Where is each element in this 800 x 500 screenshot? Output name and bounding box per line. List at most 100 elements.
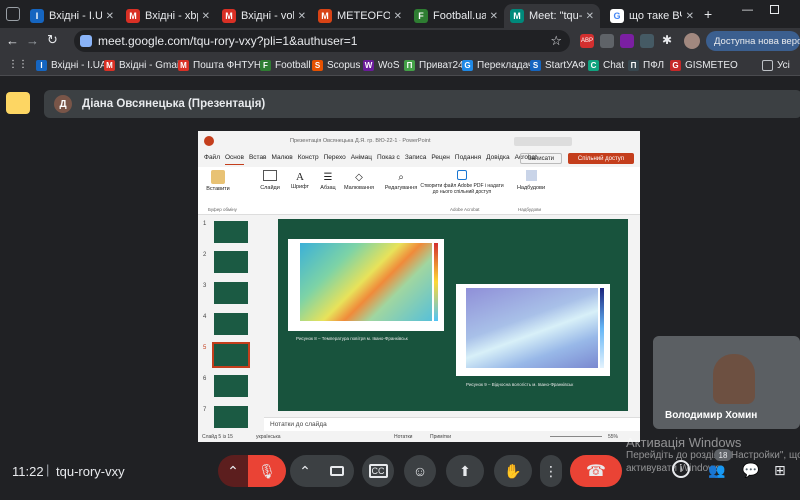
presentation-icon[interactable] <box>6 92 30 114</box>
raise-hand-button[interactable]: ✋ <box>494 455 532 487</box>
tab-5[interactable]: M Meet: "tqu- ✕ <box>504 4 600 28</box>
puzzle-icon[interactable]: ✱ <box>662 33 672 47</box>
create-pdf-button[interactable]: Створити файл Adobe PDF і надати до ньог… <box>420 170 504 195</box>
menu-slideshow[interactable]: Показ с <box>377 154 400 165</box>
tab-search-icon[interactable] <box>6 7 20 21</box>
mic-off-button[interactable]: 🎙 <box>248 455 286 487</box>
slide-canvas[interactable]: Рисунок 8 – Температура повітря м. Івано… <box>278 219 628 411</box>
address-bar[interactable]: meet.google.com/tqu-rory-vxy?pli=1&authu… <box>74 30 570 52</box>
slide-thumbnail[interactable] <box>214 406 248 428</box>
reload-icon[interactable]: ↻ <box>47 32 58 48</box>
close-icon[interactable]: ✕ <box>586 11 594 22</box>
update-chrome-button[interactable]: Доступна нова версія Chr <box>706 31 800 51</box>
captions-button[interactable]: CC <box>362 455 394 487</box>
paragraph-button[interactable]: ☰ Абзац <box>316 170 340 191</box>
menu-insert[interactable]: Встав <box>249 154 267 165</box>
bookmark-wos[interactable]: W WoS <box>363 58 400 72</box>
language-indicator[interactable]: українська <box>256 434 281 440</box>
tab-6[interactable]: Gщо таке ВЧР у✕ <box>604 4 700 28</box>
tab-1[interactable]: MВхідні - xbp13б✕ <box>120 4 216 28</box>
close-icon[interactable]: ✕ <box>490 11 498 22</box>
minimize-icon[interactable]: — <box>742 4 753 16</box>
audio-options-button[interactable]: ⌃ <box>218 455 248 487</box>
avatar[interactable] <box>684 33 700 49</box>
adblock-icon[interactable]: ABP <box>580 34 594 48</box>
menu-draw[interactable]: Малюв <box>272 154 293 165</box>
ppt-save-button[interactable]: Записати <box>520 153 562 164</box>
more-options-button[interactable]: ⋮ <box>540 455 562 487</box>
bookmark-gmail[interactable]: M Вхідні - Gmail <box>104 58 181 72</box>
slide-thumbnail[interactable] <box>214 313 248 335</box>
close-icon[interactable]: ✕ <box>106 11 114 22</box>
ppt-search-box[interactable] <box>514 137 572 146</box>
paste-button[interactable]: Вставити <box>206 170 230 192</box>
slide-thumbnail[interactable] <box>214 282 248 304</box>
menu-transitions[interactable]: Перехо <box>324 154 346 165</box>
ppt-share-button[interactable]: Спільний доступ <box>568 153 634 164</box>
notes-pane[interactable]: Нотатки до слайда <box>264 417 640 431</box>
bookmark-startuaf[interactable]: S StartУАФ <box>530 58 586 72</box>
bookmark-chat[interactable]: C Chat <box>588 58 624 72</box>
menu-animations[interactable]: Анімац <box>351 154 372 165</box>
reactions-button[interactable]: ☺ <box>404 455 436 487</box>
slide-thumbnail[interactable] <box>214 251 248 273</box>
gismeteo-icon: G <box>670 59 681 71</box>
slide-thumbnail[interactable] <box>214 221 248 243</box>
camera-button[interactable] <box>320 455 354 487</box>
menu-review[interactable]: Рецен <box>431 154 450 165</box>
leave-call-button[interactable]: ☎ <box>570 455 622 487</box>
menu-help[interactable]: Довідка <box>486 154 509 165</box>
forward-icon[interactable]: → <box>26 33 39 48</box>
close-icon[interactable]: ✕ <box>686 11 694 22</box>
bookmark-iua[interactable]: I Вхідні - I.UA <box>36 58 107 72</box>
bookmark-gismeteo[interactable]: G GISMETEO <box>670 58 738 72</box>
video-options-button[interactable]: ⌃ <box>290 455 320 487</box>
close-icon[interactable]: ✕ <box>394 11 402 22</box>
comments-toggle[interactable]: Примітки <box>430 434 451 440</box>
menu-view[interactable]: Подання <box>455 154 481 165</box>
editing-button[interactable]: ⌕ Редагування <box>382 170 420 191</box>
new-tab-plus-icon[interactable]: + <box>704 6 712 22</box>
site-info-icon[interactable] <box>80 35 92 47</box>
slides-button[interactable]: Слайди <box>258 170 282 191</box>
extension-icon[interactable] <box>620 34 634 48</box>
meeting-info-icon[interactable]: i <box>672 460 690 478</box>
notes-toggle[interactable]: Нотатки <box>394 434 412 440</box>
participant-tile[interactable]: Володимир Хомин <box>653 336 800 429</box>
slide-number-active: 5 <box>203 345 207 351</box>
close-icon[interactable]: ✕ <box>298 11 306 22</box>
bookmark-star-icon[interactable]: ☆ <box>550 33 562 49</box>
menu-home[interactable]: Основ <box>224 154 244 165</box>
tab-0[interactable]: IВхідні - I.UA✕ <box>24 4 120 28</box>
tab-2[interactable]: MВхідні - volodym✕ <box>216 4 312 28</box>
people-icon[interactable]: 👥 <box>708 462 725 479</box>
menu-file[interactable]: Файл <box>204 154 220 165</box>
menu-record[interactable]: Записа <box>405 154 427 165</box>
maximize-icon[interactable] <box>770 5 779 14</box>
menu-design[interactable]: Констр <box>298 154 319 165</box>
activities-icon[interactable]: ⊞ <box>774 462 786 479</box>
present-button[interactable]: ⬆ <box>446 455 484 487</box>
bookmark-nung-mail[interactable]: M Пошта ФНТУНГ <box>178 58 267 72</box>
bookmark-translate[interactable]: G Перекладач <box>462 58 533 72</box>
bookmark-pfl[interactable]: П ПФЛ <box>628 58 664 72</box>
drawing-button[interactable]: ◇ Малювання <box>342 170 376 191</box>
tab-3[interactable]: MMETEOFOR: Прог✕ <box>312 4 408 28</box>
chat-icon[interactable]: 💬 <box>742 462 759 479</box>
zoom-slider[interactable] <box>550 436 602 437</box>
all-bookmarks-folder[interactable]: Усі <box>762 58 790 72</box>
addins-button[interactable]: Надбудови <box>516 170 546 191</box>
extension-icon[interactable] <box>600 34 614 48</box>
apps-grid-icon[interactable]: ⋮⋮ <box>8 59 28 70</box>
bookmark-privat24[interactable]: П Приват24 <box>404 58 464 72</box>
slide-thumbnail-active[interactable] <box>212 342 250 368</box>
watermark-title: Активація Windows <box>626 435 742 450</box>
tab-4[interactable]: FFootball.ua - Но✕ <box>408 4 504 28</box>
back-icon[interactable]: ← <box>6 33 19 48</box>
slide-thumbnail[interactable] <box>214 375 248 397</box>
extension-icon[interactable] <box>640 34 654 48</box>
bookmark-football[interactable]: F Football <box>260 58 311 72</box>
bookmark-scopus[interactable]: S Scopus <box>312 58 360 72</box>
close-icon[interactable]: ✕ <box>202 11 210 22</box>
font-button[interactable]: A Шрифт <box>288 170 312 190</box>
